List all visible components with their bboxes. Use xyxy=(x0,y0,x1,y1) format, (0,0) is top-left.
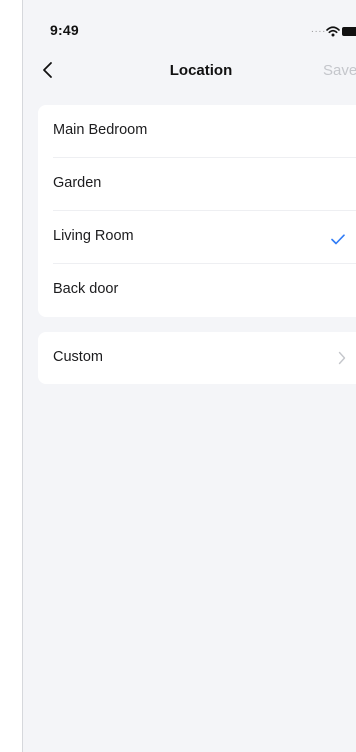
location-option-back-door[interactable]: Back door xyxy=(38,264,356,317)
location-option-main-bedroom[interactable]: Main Bedroom xyxy=(38,105,356,158)
page-title: Location xyxy=(169,62,233,79)
battery-icon xyxy=(342,27,356,36)
location-screen: 9:49 .... Location Save Main Bedroom Gar… xyxy=(23,0,356,752)
option-label: Main Bedroom xyxy=(53,122,148,138)
status-time: 9:49 xyxy=(50,22,79,38)
location-option-garden[interactable]: Garden xyxy=(38,158,356,211)
custom-label: Custom xyxy=(53,349,103,365)
chevron-right-icon xyxy=(338,351,346,370)
wifi-icon xyxy=(326,24,340,42)
option-label: Living Room xyxy=(53,228,134,244)
option-label: Garden xyxy=(53,175,102,191)
custom-location-card: Custom xyxy=(38,332,356,384)
signal-indicator: .... xyxy=(311,24,327,35)
location-options-list: Main Bedroom Garden Living Room Back doo… xyxy=(38,105,356,317)
custom-location-row[interactable]: Custom xyxy=(38,332,356,384)
checkmark-icon xyxy=(331,232,345,250)
status-bar: 9:49 .... xyxy=(23,0,356,44)
option-label: Back door xyxy=(53,281,119,297)
location-option-living-room[interactable]: Living Room xyxy=(38,211,356,264)
navigation-bar: Location Save xyxy=(23,50,356,90)
save-button[interactable]: Save xyxy=(323,62,356,79)
